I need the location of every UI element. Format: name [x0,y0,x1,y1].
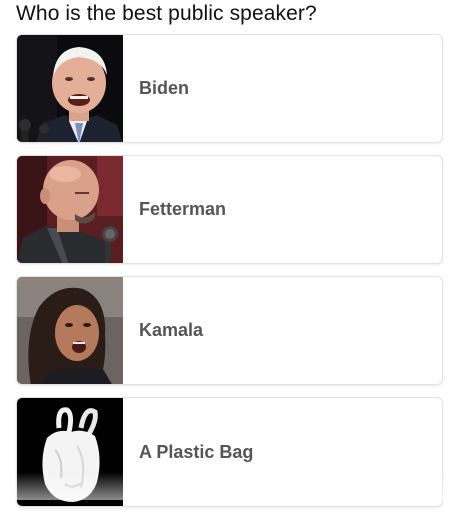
poll-option-kamala[interactable]: Kamala [16,276,443,385]
option-label: Kamala [139,320,204,340]
option-image-fetterman [17,156,123,263]
option-image-kamala [17,277,123,384]
speaker-photo-icon [17,277,123,384]
poll-option-plastic-bag[interactable]: A Plastic Bag [16,397,443,507]
poll-question: Who is the best public speaker? [16,2,317,25]
poll-option-biden[interactable]: Biden [16,34,443,143]
speaker-photo-icon [17,35,123,142]
option-label: Biden [139,78,190,98]
option-label: A Plastic Bag [139,441,254,462]
option-image-plastic-bag [17,398,123,506]
poll-screen: Who is the best public speaker? Biden Fe… [0,0,459,507]
poll-option-fetterman[interactable]: Fetterman [16,155,443,264]
option-image-biden [17,35,123,142]
plastic-bag-icon [17,398,123,506]
speaker-photo-icon [17,156,123,263]
poll-options-list: Biden Fetterman Kamala A Plastic Bag [16,34,443,519]
option-label: Fetterman [139,199,227,219]
